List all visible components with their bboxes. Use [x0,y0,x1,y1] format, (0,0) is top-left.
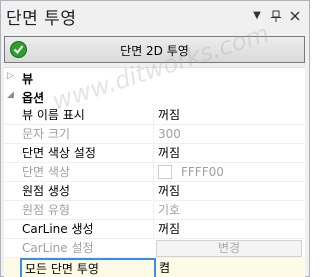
property-row-section-color-setting[interactable]: 단면 색상 설정 꺼짐 [4,144,305,163]
property-key: 원점 유형 [22,203,70,217]
property-value: 300 [153,125,305,144]
close-icon[interactable] [289,10,301,22]
property-key: 뷰 이름 표시 [22,108,85,122]
property-row-carline-setting: CarLine 설정 변경 [4,239,305,258]
property-row-section-color: 단면 색상 FFFF00 [4,163,305,182]
collapse-arrow-icon[interactable]: ◢ [7,90,14,100]
property-value[interactable]: 꺼짐 [153,106,305,125]
category-view[interactable]: ▷ 뷰 [4,68,305,87]
pin-icon[interactable] [270,10,282,22]
category-options-label: 옵션 [22,91,45,105]
property-row-create-carline[interactable]: CarLine 생성 꺼짐 [4,220,305,239]
expand-arrow-icon[interactable]: ▷ [7,71,14,81]
property-value[interactable]: 꺼짐 [153,182,305,201]
property-value[interactable]: 켬 [157,258,305,277]
property-value[interactable]: 꺼짐 [153,220,305,239]
section-2d-projection-label: 단면 2D 투영 [120,44,189,58]
property-row-project-all-sections[interactable]: 모든 단면 투영 켬 [4,258,305,277]
property-grid: ▷ 뷰 ◢ 옵션 뷰 이름 표시 꺼짐 문자 크기 300 단면 색상 설정 꺼… [4,67,305,277]
property-row-create-origin[interactable]: 원점 생성 꺼짐 [4,182,305,201]
property-value: 기호 [153,201,305,220]
property-key: 단면 색상 [22,165,70,179]
property-key: 원점 생성 [22,184,70,198]
color-swatch [158,165,172,179]
title-bar: 단면 투영 ▼ [1,1,309,31]
property-row-show-view-name[interactable]: 뷰 이름 표시 꺼짐 [4,106,305,125]
property-key: 단면 색상 설정 [22,146,96,160]
change-button: 변경 [156,240,302,257]
property-row-origin-type: 원점 유형 기호 [4,201,305,220]
projection-panel: 단면 투영 ▼ 단면 2D 투영 ▷ 뷰 ◢ 옵션 뷰 이름 표시 꺼짐 문자 … [0,0,310,277]
property-value[interactable]: 꺼짐 [153,144,305,163]
property-key: CarLine 생성 [22,222,94,236]
color-hex: FFFF00 [181,165,224,179]
category-view-label: 뷰 [22,72,34,86]
property-row-text-size: 문자 크기 300 [4,125,305,144]
category-options[interactable]: ◢ 옵션 [4,87,305,106]
property-key: 모든 단면 투영 [20,258,156,277]
dropdown-arrow-icon[interactable]: ▼ [251,10,263,22]
property-key: 문자 크기 [22,127,70,141]
property-value-color: FFFF00 [153,163,305,182]
panel-title: 단면 투영 [6,9,77,29]
property-key: CarLine 설정 [22,241,94,255]
section-2d-projection-button[interactable]: 단면 2D 투영 [4,36,305,63]
